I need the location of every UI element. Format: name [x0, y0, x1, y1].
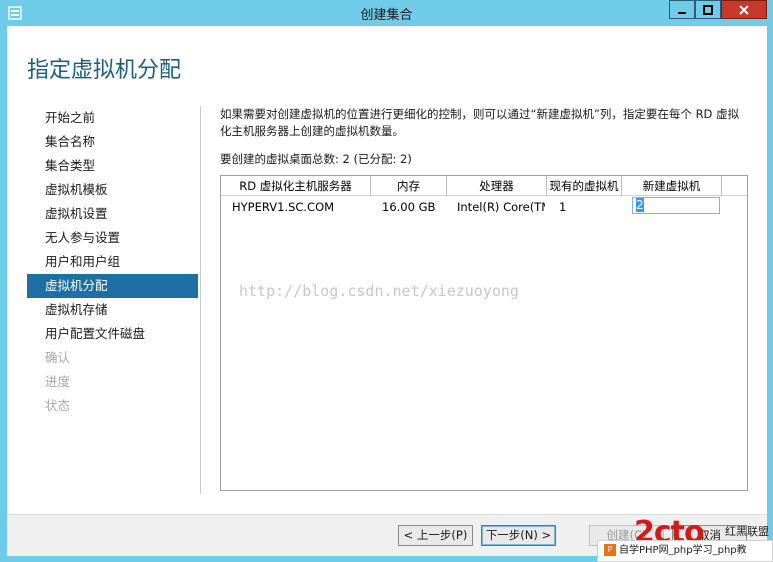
grid-header: RD 虚拟化主机服务器 内存 处理器 现有的虚拟机 新建虚拟机: [221, 176, 747, 196]
wizard-nav: 开始之前 集合名称 集合类型 虚拟机模板 虚拟机设置 无人参与设置 用户和用户组…: [27, 106, 198, 418]
nav-item-vm-allocation[interactable]: 虚拟机分配: [27, 274, 198, 298]
nav-item-progress: 进度: [45, 374, 71, 389]
wizard-content: 指定虚拟机分配 开始之前 集合名称 集合类型 虚拟机模板 虚拟机设置 无人参与设…: [7, 26, 767, 556]
close-button[interactable]: [721, 0, 767, 19]
cell-processor: Intel(R) Core(TM: [457, 200, 545, 214]
nav-item-vm-storage[interactable]: 虚拟机存储: [27, 298, 198, 322]
cell-existing-vms: 1: [559, 200, 567, 214]
cell-memory: 16.00 GB: [382, 200, 436, 214]
minimize-button[interactable]: [669, 0, 695, 19]
nav-item-collection-name[interactable]: 集合名称: [27, 130, 198, 154]
cell-server: HYPERV1.SC.COM: [232, 200, 335, 214]
next-button[interactable]: 下一步(N) >: [481, 525, 556, 546]
nav-item-collection-type[interactable]: 集合类型: [27, 154, 198, 178]
new-vms-value: 2: [636, 198, 644, 212]
minimize-icon: [678, 11, 686, 14]
new-vms-input[interactable]: 2: [632, 197, 720, 214]
description-text: 如果需要对创建虚拟机的位置进行更细化的控制，则可以通过“新建虚拟机”列，指定要在…: [220, 107, 740, 138]
nav-item-users-groups[interactable]: 用户和用户组: [27, 250, 198, 274]
previous-button[interactable]: < 上一步(P): [398, 525, 473, 546]
maximize-button[interactable]: [695, 0, 721, 19]
watermark-url: http://blog.csdn.net/xiezuoyong: [239, 282, 519, 300]
wizard-window: 创建集合 指定虚拟机分配 开始之前 集合名称 集合类型 虚拟机模板 虚拟机设置 …: [0, 0, 773, 562]
total-desktops-text: 要创建的虚拟桌面总数: 2 (已分配: 2): [220, 152, 412, 166]
nav-item-unattended-settings[interactable]: 无人参与设置: [27, 226, 198, 250]
window-title: 创建集合: [360, 8, 413, 23]
nav-item-confirmation: 确认: [45, 350, 71, 365]
site-logo-caption: 红黑联盟: [725, 525, 769, 538]
site-banner: P 自学PHP网_php学习_php教: [597, 540, 773, 562]
column-header-existing-vms[interactable]: 现有的虚拟机: [547, 176, 622, 196]
nav-item-vm-settings[interactable]: 虚拟机设置: [27, 202, 198, 226]
column-header-new-vms[interactable]: 新建虚拟机: [622, 176, 722, 196]
title-bar: 创建集合: [0, 0, 773, 26]
column-header-processor[interactable]: 处理器: [447, 176, 547, 196]
allocation-grid[interactable]: RD 虚拟化主机服务器 内存 处理器 现有的虚拟机 新建虚拟机 HYPERV1.…: [220, 175, 748, 491]
nav-divider: [200, 106, 201, 494]
nav-item-before-you-begin[interactable]: 开始之前: [27, 106, 198, 130]
nav-item-user-profile-disks[interactable]: 用户配置文件磁盘: [27, 322, 198, 346]
maximize-icon: [703, 4, 713, 15]
php-logo-icon: P: [604, 544, 616, 556]
close-icon: [739, 4, 749, 15]
column-header-server[interactable]: RD 虚拟化主机服务器: [221, 176, 371, 196]
nav-item-results: 状态: [45, 398, 71, 413]
page-title: 指定虚拟机分配: [27, 58, 182, 83]
nav-item-vm-template[interactable]: 虚拟机模板: [27, 178, 198, 202]
site-banner-text: 自学PHP网_php学习_php教: [619, 545, 747, 556]
column-header-memory[interactable]: 内存: [371, 176, 447, 196]
